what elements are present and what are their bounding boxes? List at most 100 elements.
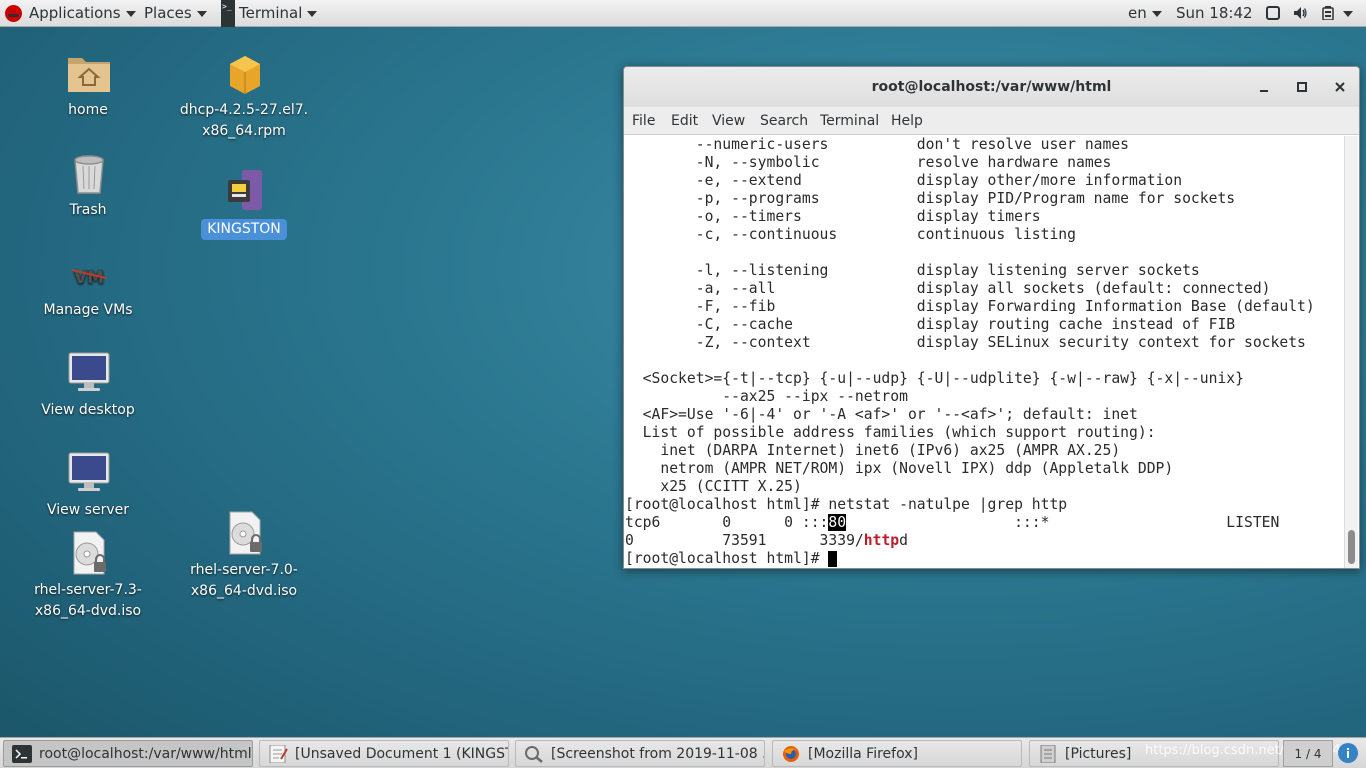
- folder-home-icon: [68, 58, 110, 92]
- close-icon: [1335, 82, 1345, 92]
- notification-icon[interactable]: [1338, 743, 1358, 763]
- terminal-line: inet (DARPA Internet) inet6 (IPv6) ax25 …: [625, 442, 1121, 459]
- terminal-line: -p, --programs display PID/Program name …: [625, 190, 1236, 207]
- firefox-icon: [783, 746, 799, 762]
- terminal-line: -Z, --context display SELinux security c…: [625, 334, 1306, 351]
- volume-icon[interactable]: [1293, 6, 1307, 20]
- disc-image-icon: [229, 511, 262, 555]
- grep-match-port: 80: [828, 514, 847, 531]
- desktop-icon-label-line2: x86_64.rpm: [202, 123, 286, 139]
- terminal-app-label: Terminal: [239, 4, 303, 22]
- file-manager-icon: [1040, 745, 1056, 763]
- terminal-line: netrom (AMPR NET/ROM) ipx (Novell IPX) d…: [625, 460, 1174, 477]
- task-label: [Mozilla Firefox]: [808, 746, 918, 762]
- menu-file[interactable]: File: [632, 107, 655, 135]
- terminal-app-icon: [221, 0, 235, 27]
- terminal-line: -e, --extend display other/more informat…: [625, 172, 1183, 189]
- minimize-button[interactable]: [1254, 77, 1274, 97]
- monitor-icon: [68, 452, 110, 491]
- terminal-line: -C, --cache display routing cache instea…: [625, 316, 1236, 333]
- redhat-logo-icon: [5, 5, 22, 22]
- chevron-down-icon: [307, 10, 318, 17]
- desktop-icon-label: rhel-server-7.3-: [34, 582, 142, 598]
- window-titlebar[interactable]: root@localhost:/var/www/html: [624, 67, 1359, 107]
- language-indicator[interactable]: en: [1128, 0, 1162, 27]
- battery-icon[interactable]: [1321, 6, 1335, 20]
- terminal-menubar: File Edit View Search Terminal Help: [624, 107, 1359, 135]
- task-label: [Unsaved Document 1 (KINGST...: [295, 746, 509, 762]
- netstat-prefix: tcp6 0 0 :::: [625, 514, 829, 531]
- terminal-line: List of possible address families (which…: [625, 424, 1156, 441]
- task-firefox[interactable]: [Mozilla Firefox]: [772, 740, 1022, 767]
- places-menu[interactable]: Places: [144, 0, 207, 27]
- chevron-down-icon: [196, 10, 207, 17]
- language-label: en: [1128, 4, 1147, 22]
- task-label: [Pictures]: [1065, 746, 1132, 762]
- desktop-icon-label: Trash: [69, 202, 107, 218]
- terminal-line: --ax25 --ipx --netrom: [625, 388, 908, 405]
- terminal-line: --numeric-users don't resolve user names: [625, 136, 1130, 153]
- system-menu-chevron-icon[interactable]: [1343, 11, 1353, 17]
- workspace-switcher[interactable]: 1 / 4: [1283, 740, 1333, 767]
- image-viewer-icon: [525, 746, 543, 763]
- desktop-icon-label: Manage VMs: [43, 302, 133, 318]
- terminal-scrollbar[interactable]: [1344, 136, 1358, 568]
- applications-label: Applications: [29, 4, 121, 22]
- menu-edit[interactable]: Edit: [671, 107, 698, 135]
- shell-prompt: [root@localhost html]#: [625, 550, 829, 567]
- task-label: [Screenshot from 2019-11-08 ...: [551, 746, 765, 762]
- terminal-line: -N, --symbolic resolve hardware names: [625, 154, 1112, 171]
- terminal-output-line: tcp6 0 0 :::80 :::* LISTEN: [625, 514, 1279, 532]
- menu-search[interactable]: Search: [760, 107, 808, 135]
- chevron-down-icon: [1151, 10, 1162, 17]
- terminal-line: -l, --listening display listening server…: [625, 262, 1200, 279]
- terminal-line: -a, --all display all sockets (default: …: [625, 280, 1271, 297]
- maximize-icon: [1297, 82, 1307, 92]
- info-icon: [1339, 744, 1357, 762]
- close-button[interactable]: [1330, 77, 1350, 97]
- menu-help[interactable]: Help: [891, 107, 923, 135]
- desktop-icon-label: home: [68, 102, 108, 118]
- terminal-app-menu[interactable]: Terminal: [239, 0, 318, 27]
- package-icon: [230, 56, 260, 94]
- disc-image-icon: [73, 531, 106, 575]
- clock[interactable]: Sun 18:42: [1176, 0, 1253, 27]
- terminal-command-line: [root@localhost html]# netstat -natulpe …: [625, 496, 1068, 513]
- menu-terminal[interactable]: Terminal: [820, 107, 879, 135]
- minimize-icon: [1260, 90, 1268, 92]
- netstat-suffix: :::* LISTEN: [846, 514, 1280, 531]
- task-screenshot[interactable]: [Screenshot from 2019-11-08 ...: [515, 740, 765, 767]
- terminal-line: <Socket>={-t|--tcp} {-u|--udp} {-U|--udp…: [625, 370, 1244, 387]
- text-editor-icon: [269, 745, 288, 763]
- desktop-icon-label: rhel-server-7.0-: [190, 562, 298, 578]
- terminal-icon: [12, 745, 32, 763]
- applications-menu[interactable]: Applications: [29, 0, 136, 27]
- text-cursor: [828, 551, 838, 567]
- terminal-line: x25 (CCITT X.25): [625, 478, 802, 495]
- desktop-icon-label: View desktop: [41, 402, 135, 418]
- desktop-icon-label-line2: x86_64-dvd.iso: [190, 583, 298, 599]
- desktop-icon-label: KINGSTON: [201, 219, 287, 240]
- window-list-panel: root@localhost:/var/www/html [Unsaved Do…: [0, 737, 1366, 768]
- menu-view[interactable]: View: [712, 107, 745, 135]
- terminal-prompt-line: [root@localhost html]#: [625, 550, 838, 568]
- chevron-down-icon: [125, 10, 136, 17]
- netstat-suffix: d: [899, 532, 908, 549]
- monitor-icon: [68, 352, 110, 391]
- task-gedit[interactable]: [Unsaved Document 1 (KINGST...: [259, 740, 509, 767]
- task-terminal[interactable]: root@localhost:/var/www/html: [3, 740, 253, 767]
- trash-icon: [74, 155, 104, 194]
- desktop-icon-label-line2: x86_64-dvd.iso: [34, 603, 142, 619]
- screen-icon[interactable]: [1266, 6, 1280, 20]
- scrollbar-thumb[interactable]: [1348, 530, 1355, 564]
- clock-label: Sun 18:42: [1176, 4, 1253, 22]
- window-title: root@localhost:/var/www/html: [871, 79, 1112, 95]
- terminal-output[interactable]: --numeric-users don't resolve user names…: [625, 136, 1343, 568]
- netstat-prefix: 0 73591 3339/: [625, 532, 864, 549]
- top-panel: Applications Places Terminal en Sun 18:4…: [0, 0, 1366, 27]
- maximize-button[interactable]: [1292, 77, 1312, 97]
- desktop-icon-label: dhcp-4.2.5-27.el7.: [179, 102, 309, 118]
- virt-manager-icon: VM: [71, 268, 107, 288]
- usb-drive-icon: [228, 170, 262, 210]
- desktop-icon-label: View server: [47, 502, 129, 518]
